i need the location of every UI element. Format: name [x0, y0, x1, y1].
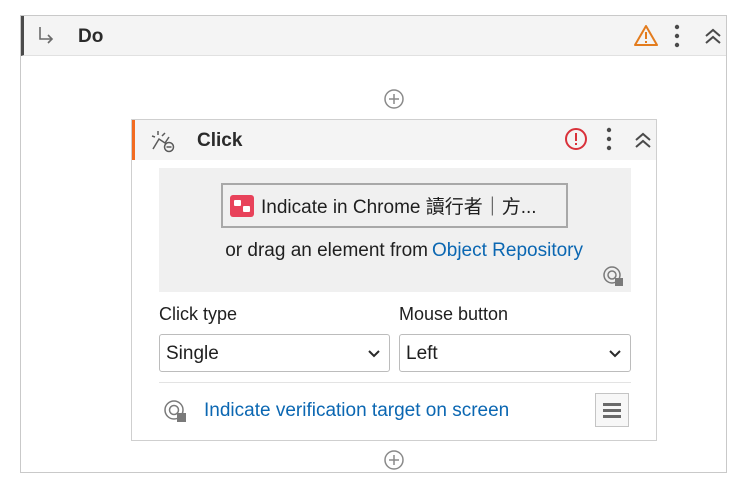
target-settings-icon[interactable]: [601, 264, 625, 288]
indicate-in-chrome-button[interactable]: Indicate in Chrome 讀行者｜方...: [221, 183, 568, 228]
click-activity-card: Click Indicate in Chrome 讀行者｜方... or dra…: [131, 119, 657, 441]
verification-target-icon: [164, 400, 186, 422]
object-repository-link[interactable]: Object Repository: [432, 240, 583, 261]
mouse-button-label: Mouse button: [399, 304, 509, 324]
warning-triangle-icon[interactable]: [634, 24, 658, 48]
hamburger-menu-icon[interactable]: [595, 393, 629, 427]
target-panel: Indicate in Chrome 讀行者｜方... or drag an e…: [159, 168, 631, 292]
mouse-button-value: Left: [406, 343, 438, 364]
click-header[interactable]: Click: [132, 120, 656, 160]
divider: [159, 382, 631, 383]
arrow-return-icon: [39, 27, 54, 44]
mouse-button-select[interactable]: Left: [399, 334, 631, 372]
chevron-double-up-icon[interactable]: [632, 129, 654, 151]
chevron-double-up-icon[interactable]: [702, 25, 724, 47]
click-title: Click: [197, 130, 243, 151]
do-sequence-container: Do Click Indicate in Chrome 讀行者｜方... or …: [20, 15, 727, 473]
click-activity-icon: [151, 131, 175, 153]
more-vertical-icon[interactable]: [604, 126, 614, 152]
click-type-value: Single: [166, 343, 219, 364]
click-type-label: Click type: [159, 304, 238, 324]
indicate-verification-link[interactable]: Indicate verification target on screen: [204, 400, 509, 422]
chevron-down-icon: [609, 350, 621, 358]
add-circle-icon[interactable]: [383, 449, 405, 471]
chrome-target-badge-icon: [230, 194, 254, 217]
drag-text: or drag an element from: [225, 240, 428, 261]
indicate-button-label: Indicate in Chrome 讀行者｜方...: [261, 197, 537, 218]
error-circle-icon[interactable]: [564, 127, 588, 151]
do-title: Do: [78, 26, 104, 47]
do-header[interactable]: Do: [21, 16, 726, 56]
chevron-down-icon: [368, 350, 380, 358]
drag-hint: or drag an element from Object Repository: [159, 240, 599, 266]
click-type-select[interactable]: Single: [159, 334, 390, 372]
add-circle-icon[interactable]: [383, 88, 405, 110]
more-vertical-icon[interactable]: [672, 23, 682, 49]
